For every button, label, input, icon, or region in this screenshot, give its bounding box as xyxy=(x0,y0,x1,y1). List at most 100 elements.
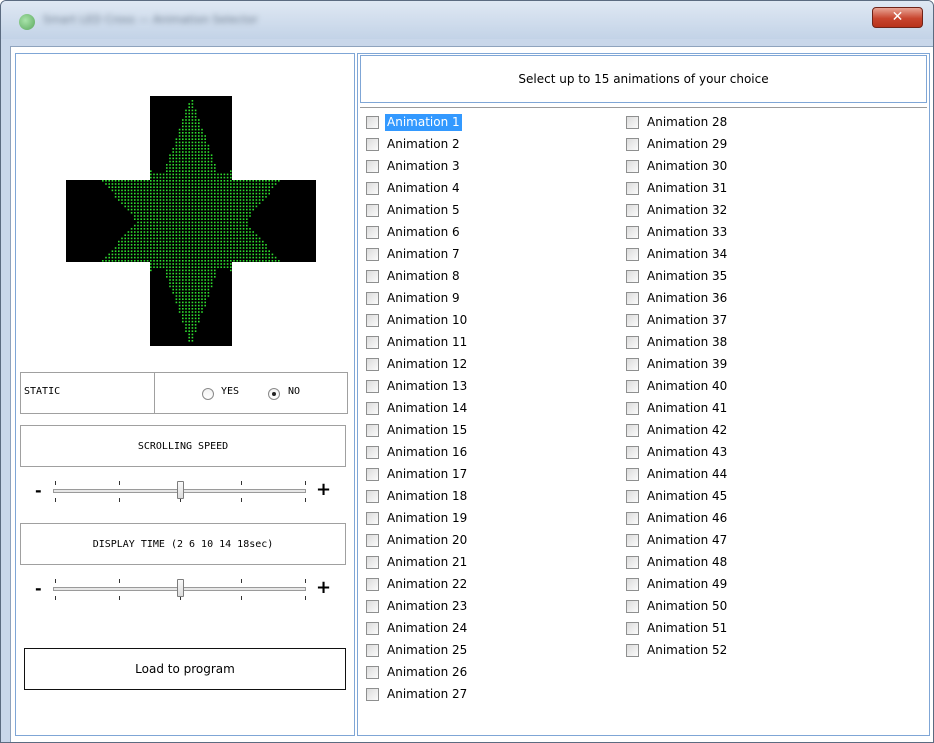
animation-label[interactable]: Animation 31 xyxy=(645,180,729,197)
animation-label[interactable]: Animation 12 xyxy=(385,356,469,373)
animation-label[interactable]: Animation 13 xyxy=(385,378,469,395)
animation-label[interactable]: Animation 15 xyxy=(385,422,469,439)
checkbox-square[interactable] xyxy=(626,556,639,569)
animation-label[interactable]: Animation 1 xyxy=(385,114,462,131)
checkbox-square[interactable] xyxy=(366,600,379,613)
checkbox-square[interactable] xyxy=(626,622,639,635)
checkbox-square[interactable] xyxy=(626,358,639,371)
checkbox-square[interactable] xyxy=(366,556,379,569)
animation-label[interactable]: Animation 46 xyxy=(645,510,729,527)
checkbox-square[interactable] xyxy=(366,336,379,349)
animation-label[interactable]: Animation 3 xyxy=(385,158,462,175)
animation-label[interactable]: Animation 51 xyxy=(645,620,729,637)
animation-label[interactable]: Animation 35 xyxy=(645,268,729,285)
load-to-program-button[interactable]: Load to program xyxy=(24,648,346,690)
checkbox-square[interactable] xyxy=(626,248,639,261)
animation-label[interactable]: Animation 32 xyxy=(645,202,729,219)
checkbox-square[interactable] xyxy=(626,292,639,305)
checkbox-square[interactable] xyxy=(366,160,379,173)
animation-label[interactable]: Animation 25 xyxy=(385,642,469,659)
animation-label[interactable]: Animation 27 xyxy=(385,686,469,703)
animation-label[interactable]: Animation 9 xyxy=(385,290,462,307)
animation-label[interactable]: Animation 38 xyxy=(645,334,729,351)
static-yes-radio[interactable] xyxy=(202,388,214,400)
checkbox-square[interactable] xyxy=(366,446,379,459)
animation-label[interactable]: Animation 50 xyxy=(645,598,729,615)
animation-label[interactable]: Animation 40 xyxy=(645,378,729,395)
title-bar[interactable]: Smart LED Cross — Animation Selector ✕ xyxy=(1,1,933,39)
checkbox-square[interactable] xyxy=(366,688,379,701)
checkbox-square[interactable] xyxy=(366,314,379,327)
checkbox-square[interactable] xyxy=(626,424,639,437)
animation-label[interactable]: Animation 7 xyxy=(385,246,462,263)
animation-label[interactable]: Animation 26 xyxy=(385,664,469,681)
animation-label[interactable]: Animation 17 xyxy=(385,466,469,483)
animation-label[interactable]: Animation 19 xyxy=(385,510,469,527)
animation-label[interactable]: Animation 44 xyxy=(645,466,729,483)
animation-label[interactable]: Animation 30 xyxy=(645,158,729,175)
checkbox-square[interactable] xyxy=(626,490,639,503)
checkbox-square[interactable] xyxy=(366,666,379,679)
animation-label[interactable]: Animation 20 xyxy=(385,532,469,549)
checkbox-square[interactable] xyxy=(626,468,639,481)
checkbox-square[interactable] xyxy=(626,534,639,547)
animation-label[interactable]: Animation 34 xyxy=(645,246,729,263)
checkbox-square[interactable] xyxy=(626,138,639,151)
checkbox-square[interactable] xyxy=(626,182,639,195)
checkbox-square[interactable] xyxy=(366,512,379,525)
checkbox-square[interactable] xyxy=(366,402,379,415)
animation-label[interactable]: Animation 21 xyxy=(385,554,469,571)
close-button[interactable]: ✕ xyxy=(872,7,923,28)
checkbox-square[interactable] xyxy=(626,380,639,393)
checkbox-square[interactable] xyxy=(626,116,639,129)
animation-label[interactable]: Animation 8 xyxy=(385,268,462,285)
checkbox-square[interactable] xyxy=(626,160,639,173)
animation-label[interactable]: Animation 43 xyxy=(645,444,729,461)
animation-label[interactable]: Animation 42 xyxy=(645,422,729,439)
checkbox-square[interactable] xyxy=(626,578,639,591)
checkbox-square[interactable] xyxy=(626,600,639,613)
scrolling-speed-slider[interactable]: - + xyxy=(30,476,340,506)
static-no-radio[interactable] xyxy=(268,388,280,400)
display-time-slider[interactable]: - + xyxy=(30,574,340,604)
animation-label[interactable]: Animation 48 xyxy=(645,554,729,571)
checkbox-square[interactable] xyxy=(366,116,379,129)
checkbox-square[interactable] xyxy=(366,578,379,591)
speed-slider-thumb[interactable] xyxy=(177,481,184,499)
checkbox-square[interactable] xyxy=(626,270,639,283)
checkbox-square[interactable] xyxy=(366,270,379,283)
animation-label[interactable]: Animation 22 xyxy=(385,576,469,593)
animation-label[interactable]: Animation 24 xyxy=(385,620,469,637)
checkbox-square[interactable] xyxy=(626,402,639,415)
checkbox-square[interactable] xyxy=(626,336,639,349)
checkbox-square[interactable] xyxy=(366,622,379,635)
animation-label[interactable]: Animation 39 xyxy=(645,356,729,373)
checkbox-square[interactable] xyxy=(366,534,379,547)
animation-label[interactable]: Animation 33 xyxy=(645,224,729,241)
checkbox-square[interactable] xyxy=(366,490,379,503)
checkbox-square[interactable] xyxy=(366,226,379,239)
animation-label[interactable]: Animation 16 xyxy=(385,444,469,461)
checkbox-square[interactable] xyxy=(366,380,379,393)
animation-label[interactable]: Animation 47 xyxy=(645,532,729,549)
checkbox-square[interactable] xyxy=(626,512,639,525)
animation-label[interactable]: Animation 5 xyxy=(385,202,462,219)
animation-label[interactable]: Animation 37 xyxy=(645,312,729,329)
animation-label[interactable]: Animation 49 xyxy=(645,576,729,593)
animation-label[interactable]: Animation 36 xyxy=(645,290,729,307)
animation-label[interactable]: Animation 2 xyxy=(385,136,462,153)
checkbox-square[interactable] xyxy=(626,226,639,239)
checkbox-square[interactable] xyxy=(366,248,379,261)
checkbox-square[interactable] xyxy=(366,138,379,151)
time-slider-thumb[interactable] xyxy=(177,579,184,597)
animation-label[interactable]: Animation 52 xyxy=(645,642,729,659)
animation-label[interactable]: Animation 6 xyxy=(385,224,462,241)
checkbox-square[interactable] xyxy=(366,424,379,437)
checkbox-square[interactable] xyxy=(626,446,639,459)
animation-label[interactable]: Animation 23 xyxy=(385,598,469,615)
animation-label[interactable]: Animation 10 xyxy=(385,312,469,329)
checkbox-square[interactable] xyxy=(626,314,639,327)
checkbox-square[interactable] xyxy=(366,292,379,305)
animation-label[interactable]: Animation 45 xyxy=(645,488,729,505)
animation-label[interactable]: Animation 18 xyxy=(385,488,469,505)
